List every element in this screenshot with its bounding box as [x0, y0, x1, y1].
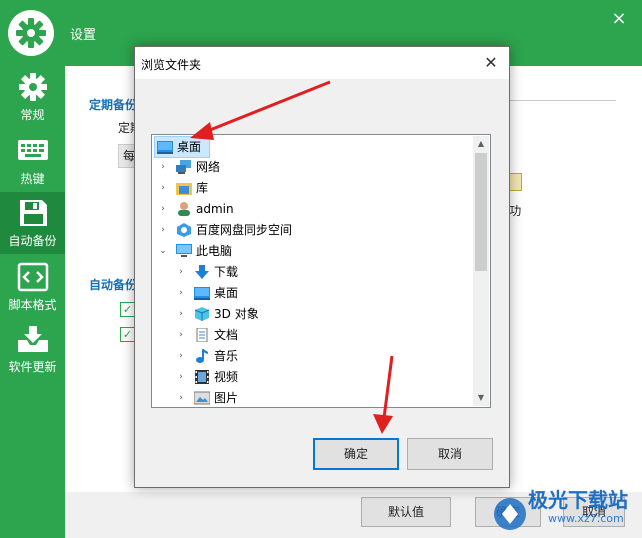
code-icon [17, 262, 49, 292]
tree-item-label: 桌面 [214, 286, 239, 300]
tree-item-library[interactable]: › 库 [158, 178, 358, 198]
sidebar-item-auto-backup[interactable]: 自动备份 [0, 192, 65, 254]
tree-item-this-pc[interactable]: ⌄ 此电脑 [158, 241, 358, 261]
chevron-right-icon[interactable]: › [176, 262, 186, 282]
sidebar-item-label: 脚本格式 [8, 298, 57, 312]
chevron-right-icon[interactable]: › [158, 157, 168, 177]
chevron-right-icon[interactable]: › [176, 346, 186, 366]
tree-item-label: 网络 [196, 160, 221, 174]
default-values-button[interactable]: 默认值 [361, 497, 451, 527]
picture-icon [194, 391, 210, 405]
chevron-right-icon[interactable]: › [176, 367, 186, 387]
user-icon [178, 202, 190, 216]
desktop-icon [157, 141, 173, 154]
tree-item-label: 百度网盘同步空间 [196, 223, 293, 237]
tree-item-downloads[interactable]: › 下载 [176, 262, 356, 282]
tree-item-label: 下载 [214, 265, 239, 279]
sidebar-item-software-update[interactable]: 软件更新 [0, 318, 65, 380]
document-icon [196, 328, 208, 342]
tree-item-pictures[interactable]: › 图片 [176, 388, 356, 407]
scroll-down-arrow-icon[interactable]: ▼ [473, 390, 489, 406]
tree-item-desktop[interactable]: › 桌面 [176, 283, 356, 303]
music-note-icon [196, 349, 208, 363]
sidebar: 常规 热键 自动备份 脚本格式 软件更新 [0, 66, 65, 538]
tree-item-label: 桌面 [177, 140, 202, 154]
sidebar-item-label: 自动备份 [8, 234, 57, 248]
watermark-brand: 极光下载站 [528, 488, 628, 512]
chevron-right-icon[interactable]: › [176, 283, 186, 303]
tree-item-music[interactable]: › 音乐 [176, 346, 356, 366]
network-icon [176, 160, 191, 174]
scroll-up-arrow-icon[interactable]: ▲ [473, 136, 489, 152]
folder-tree[interactable]: 桌面 › 网络 › 库 › admin › 百度网盘同步空间 ⌄ 此电脑 › 下… [151, 134, 491, 408]
keyboard-icon [18, 140, 48, 160]
computer-icon [176, 244, 192, 257]
section-title-scheduled-backup: 定期备份 [89, 98, 138, 112]
watermark-url: www.xz7.com [548, 512, 624, 525]
chevron-down-icon[interactable]: ⌄ [158, 241, 168, 261]
sidebar-item-label: 软件更新 [8, 360, 57, 374]
chevron-right-icon[interactable]: › [158, 178, 168, 198]
chevron-right-icon[interactable]: › [176, 304, 186, 324]
floppy-disk-icon [20, 200, 47, 226]
sidebar-item-script-format[interactable]: 脚本格式 [0, 256, 65, 318]
tree-item-label: 3D 对象 [214, 307, 259, 321]
tree-item-label: 音乐 [214, 349, 239, 363]
sidebar-item-general[interactable]: 常规 [0, 66, 65, 128]
tree-item-label: 文档 [214, 328, 239, 342]
chevron-right-icon[interactable]: › [158, 199, 168, 219]
film-icon [195, 370, 209, 384]
tree-item-label: 图片 [214, 391, 239, 405]
desktop-icon [194, 287, 210, 300]
window-title: 设置 [70, 28, 97, 43]
tree-item-desktop-root[interactable]: 桌面 [154, 136, 210, 158]
app-logo [8, 10, 54, 56]
tree-item-videos[interactable]: › 视频 [176, 367, 356, 387]
library-icon [176, 183, 192, 195]
scrollbar-thumb[interactable] [475, 153, 487, 271]
tree-vertical-scrollbar[interactable]: ▲ ▼ [473, 136, 489, 406]
gear-icon [16, 18, 46, 48]
dialog-cancel-button[interactable]: 取消 [407, 438, 493, 470]
auto-backup-checkbox-2[interactable]: ✓ [120, 327, 135, 342]
tree-item-label: 视频 [214, 370, 239, 384]
tree-item-admin[interactable]: › admin [158, 199, 358, 219]
tree-item-documents[interactable]: › 文档 [176, 325, 356, 345]
browse-folder-dialog: 浏览文件夹 ✕ 桌面 › 网络 › 库 › admin › 百度网盘同步空间 ⌄… [134, 46, 510, 488]
chevron-right-icon[interactable]: › [176, 325, 186, 345]
download-tray-icon [18, 326, 48, 352]
tree-item-3d-objects[interactable]: › 3D 对象 [176, 304, 356, 324]
tree-item-label: 库 [196, 181, 209, 195]
chevron-right-icon[interactable]: › [176, 388, 186, 407]
dialog-title-bar: 浏览文件夹 ✕ [135, 47, 509, 79]
3d-objects-icon [194, 307, 210, 321]
chevron-right-icon[interactable]: › [158, 220, 168, 240]
tree-item-label: 此电脑 [196, 244, 233, 258]
sidebar-item-label: 热键 [20, 172, 45, 186]
close-icon[interactable]: × [608, 8, 630, 30]
download-arrow-icon [195, 265, 209, 279]
dialog-ok-button[interactable]: 确定 [313, 438, 399, 470]
tree-item-label: admin [196, 202, 234, 216]
section-divider [508, 100, 616, 101]
baidu-sync-icon [177, 223, 191, 237]
dialog-title: 浏览文件夹 [141, 58, 202, 72]
sidebar-item-label: 常规 [20, 108, 45, 122]
tree-item-network[interactable]: › 网络 [158, 157, 358, 177]
section-title-auto-backup: 自动备份 [89, 278, 138, 292]
gear-icon [19, 73, 47, 101]
close-icon[interactable]: ✕ [481, 53, 501, 73]
auto-backup-checkbox-1[interactable]: ✓ [120, 302, 135, 317]
tree-item-baidu-sync[interactable]: › 百度网盘同步空间 [158, 220, 378, 240]
sidebar-item-hotkeys[interactable]: 热键 [0, 130, 65, 192]
